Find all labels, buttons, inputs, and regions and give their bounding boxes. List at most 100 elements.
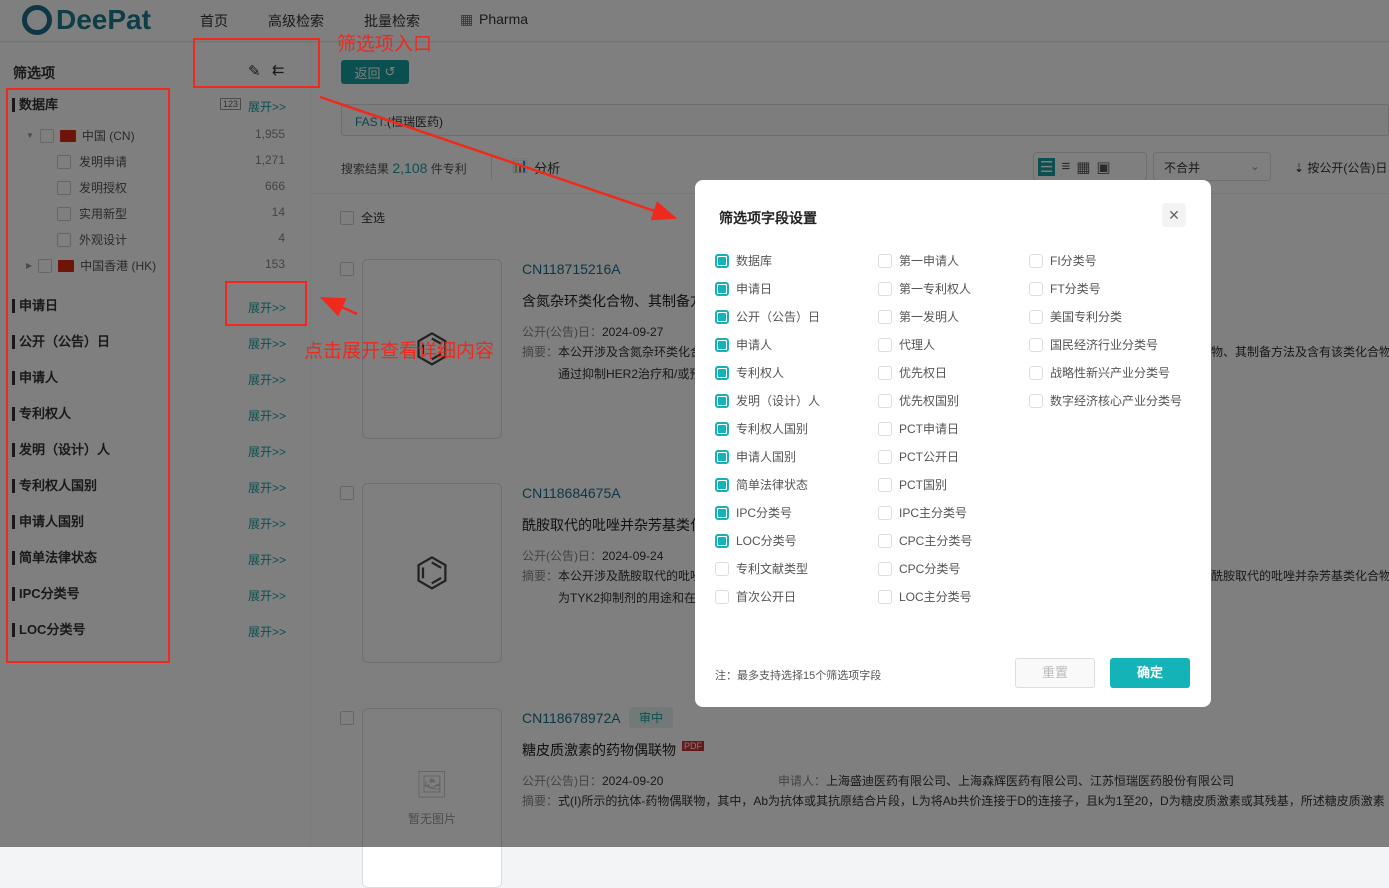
- field-option[interactable]: CPC分类号: [878, 560, 960, 577]
- checkbox[interactable]: [715, 449, 729, 464]
- field-option[interactable]: PCT公开日: [878, 448, 959, 465]
- checkbox[interactable]: [715, 477, 729, 492]
- field-label: FI分类号: [1050, 254, 1097, 268]
- field-option[interactable]: 优先权日: [878, 364, 947, 381]
- field-option[interactable]: 第一发明人: [878, 308, 959, 325]
- field-label: LOC主分类号: [899, 590, 972, 604]
- field-option[interactable]: 国民经济行业分类号: [1029, 336, 1158, 353]
- field-label: 第一专利权人: [899, 282, 972, 296]
- field-option[interactable]: 战略性新兴产业分类号: [1029, 364, 1170, 381]
- checkbox[interactable]: [1029, 393, 1043, 408]
- checkbox[interactable]: [715, 393, 729, 408]
- field-option[interactable]: 数据库: [715, 252, 772, 269]
- checkbox[interactable]: [1029, 365, 1043, 380]
- checkbox[interactable]: [878, 533, 892, 548]
- field-option[interactable]: 第一申请人: [878, 252, 959, 269]
- checkbox[interactable]: [878, 477, 892, 492]
- checkbox[interactable]: [878, 449, 892, 464]
- field-option[interactable]: 代理人: [878, 336, 935, 353]
- checkbox[interactable]: [715, 505, 729, 520]
- field-option[interactable]: CPC主分类号: [878, 532, 972, 549]
- field-option[interactable]: 发明（设计）人: [715, 392, 820, 409]
- checkbox[interactable]: [1029, 281, 1043, 296]
- checkbox[interactable]: [715, 561, 729, 576]
- field-label: PCT公开日: [899, 450, 960, 464]
- checkbox[interactable]: [878, 505, 892, 520]
- field-label: 申请人国别: [736, 450, 797, 464]
- filter-field-settings-dialog: 筛选项字段设置 ✕ 数据库申请日公开（公告）日 申请人专利权人发明（设计）人 专利权…: [695, 180, 1211, 707]
- dialog-title: 筛选项字段设置: [719, 210, 817, 226]
- checkbox[interactable]: [715, 253, 729, 268]
- checkbox[interactable]: [878, 561, 892, 576]
- field-option[interactable]: 公开（公告）日: [715, 308, 820, 325]
- field-label: PCT国别: [899, 478, 948, 492]
- field-option[interactable]: FI分类号: [1029, 252, 1097, 269]
- close-icon[interactable]: ✕: [1162, 203, 1186, 227]
- arrow-to-expand: [319, 296, 358, 317]
- field-option[interactable]: PCT申请日: [878, 420, 959, 437]
- checkbox[interactable]: [715, 365, 729, 380]
- field-label: 代理人: [899, 338, 936, 352]
- field-label: 国民经济行业分类号: [1050, 338, 1159, 352]
- field-option[interactable]: 专利文献类型: [715, 560, 808, 577]
- checkbox[interactable]: [715, 281, 729, 296]
- field-label: LOC分类号: [736, 534, 797, 548]
- field-option[interactable]: 优先权国别: [878, 392, 959, 409]
- field-label: 发明（设计）人: [736, 394, 821, 408]
- field-label: 首次公开日: [736, 590, 797, 604]
- confirm-button[interactable]: 确定: [1110, 658, 1190, 688]
- field-option[interactable]: 专利权人: [715, 364, 784, 381]
- field-option[interactable]: 第一专利权人: [878, 280, 971, 297]
- dialog-note: 注：最多支持选择15个筛选项字段: [715, 670, 882, 682]
- field-label: IPC分类号: [736, 506, 793, 520]
- field-option[interactable]: IPC主分类号: [878, 504, 967, 521]
- field-label: 战略性新兴产业分类号: [1050, 366, 1171, 380]
- checkbox[interactable]: [878, 309, 892, 324]
- field-label: 专利文献类型: [736, 562, 809, 576]
- field-label: 优先权日: [899, 366, 948, 380]
- checkbox[interactable]: [1029, 253, 1043, 268]
- checkbox[interactable]: [878, 393, 892, 408]
- field-label: 第一发明人: [899, 310, 960, 324]
- field-option[interactable]: LOC分类号: [715, 532, 797, 549]
- checkbox[interactable]: [715, 533, 729, 548]
- field-option[interactable]: 专利权人国别: [715, 420, 808, 437]
- checkbox[interactable]: [1029, 337, 1043, 352]
- field-option[interactable]: 数字经济核心产业分类号: [1029, 392, 1182, 409]
- field-option[interactable]: 申请日: [715, 280, 772, 297]
- field-option[interactable]: LOC主分类号: [878, 588, 972, 605]
- checkbox[interactable]: [878, 589, 892, 604]
- field-label: CPC主分类号: [899, 534, 973, 548]
- field-option[interactable]: IPC分类号: [715, 504, 792, 521]
- field-label: 简单法律状态: [736, 478, 809, 492]
- checkbox[interactable]: [715, 309, 729, 324]
- checkbox[interactable]: [878, 337, 892, 352]
- field-label: 专利权人国别: [736, 422, 809, 436]
- field-option[interactable]: PCT国别: [878, 476, 947, 493]
- checkbox[interactable]: [1029, 309, 1043, 324]
- field-label: 优先权国别: [899, 394, 960, 408]
- field-label: 申请人: [736, 338, 773, 352]
- field-label: 数据库: [736, 254, 773, 268]
- checkbox[interactable]: [878, 365, 892, 380]
- field-option[interactable]: 首次公开日: [715, 588, 796, 605]
- field-label: IPC主分类号: [899, 506, 968, 520]
- checkbox[interactable]: [878, 421, 892, 436]
- field-option[interactable]: FT分类号: [1029, 280, 1101, 297]
- field-label: FT分类号: [1050, 282, 1101, 296]
- reset-button[interactable]: 重置: [1015, 658, 1095, 688]
- field-option[interactable]: 美国专利分类: [1029, 308, 1122, 325]
- field-label: CPC分类号: [899, 562, 961, 576]
- checkbox[interactable]: [878, 281, 892, 296]
- checkbox[interactable]: [715, 337, 729, 352]
- checkbox[interactable]: [715, 589, 729, 604]
- field-option[interactable]: 简单法律状态: [715, 476, 808, 493]
- field-label: 公开（公告）日: [736, 310, 821, 324]
- field-label: 专利权人: [736, 366, 785, 380]
- field-option[interactable]: 申请人国别: [715, 448, 796, 465]
- field-option[interactable]: 申请人: [715, 336, 772, 353]
- checkbox[interactable]: [878, 253, 892, 268]
- checkbox[interactable]: [715, 421, 729, 436]
- field-label: 第一申请人: [899, 254, 960, 268]
- field-label: 美国专利分类: [1050, 310, 1123, 324]
